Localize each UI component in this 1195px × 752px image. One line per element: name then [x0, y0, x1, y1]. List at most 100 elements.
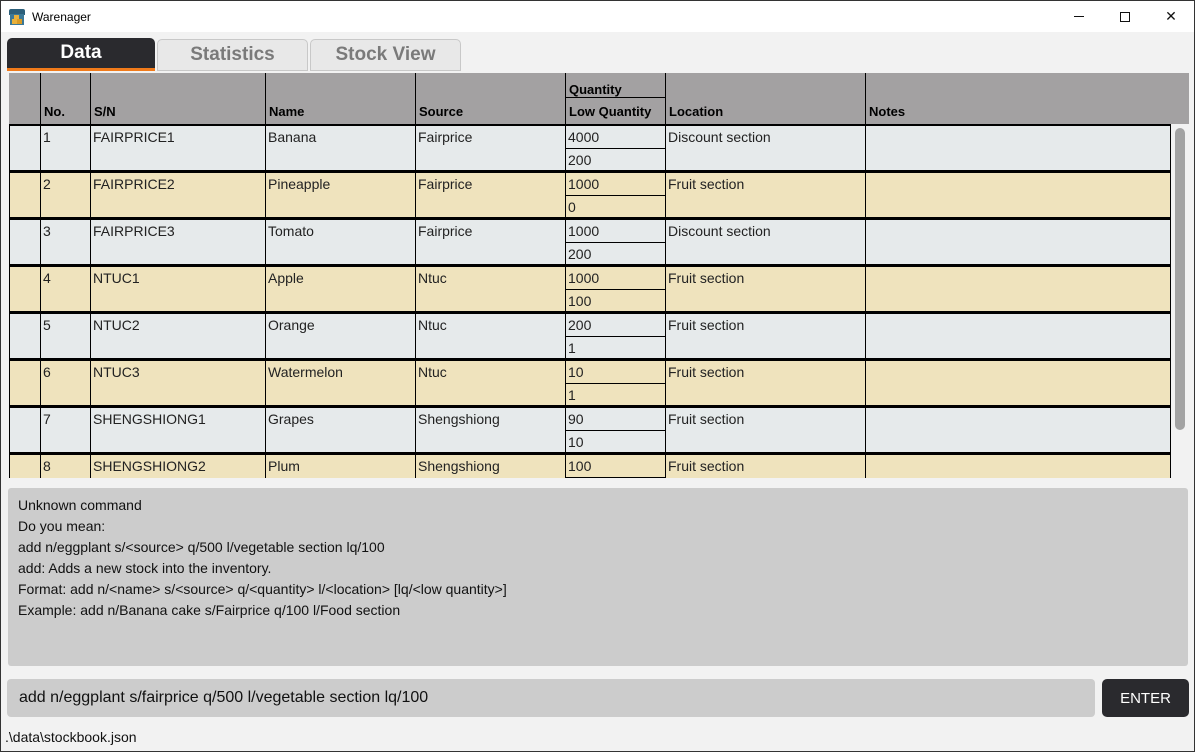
- cell-source: Fairprice: [415, 126, 565, 170]
- table-row[interactable]: 8 SHENGSHIONG2 Plum Shengshiong 100 Fruit sec…: [9, 453, 1171, 478]
- cell-no: 4: [40, 267, 90, 311]
- header-notes[interactable]: Notes: [865, 73, 1189, 124]
- maximize-icon: [1120, 11, 1130, 22]
- window-title: Warenager: [32, 9, 91, 24]
- header-low-quantity: Low Quantity: [569, 104, 652, 119]
- cell-notes: [865, 173, 1171, 217]
- row-index-cell: [9, 173, 40, 217]
- cell-sn: SHENGSHIONG2: [90, 455, 265, 478]
- cell-quantity-value: 10: [566, 361, 665, 384]
- cell-location: Discount section: [665, 220, 865, 264]
- cell-no: 8: [40, 455, 90, 478]
- cell-notes: [865, 361, 1171, 405]
- cell-source: Shengshiong: [415, 455, 565, 478]
- result-line: Format: add n/<name> s/<source> q/<quant…: [18, 581, 507, 597]
- cell-name: Pineapple: [265, 173, 415, 217]
- row-index-cell: [9, 314, 40, 358]
- cell-location: Discount section: [665, 126, 865, 170]
- cell-name: Plum: [265, 455, 415, 478]
- cell-quantity-value: 100: [566, 455, 665, 478]
- minimize-button[interactable]: [1056, 1, 1102, 32]
- row-index-cell: [9, 455, 40, 478]
- cell-notes: [865, 220, 1171, 264]
- tab-stock-view[interactable]: Stock View: [310, 39, 461, 71]
- cell-notes: [865, 455, 1171, 478]
- cell-name: Grapes: [265, 408, 415, 452]
- table-row[interactable]: 3 FAIRPRICE3 Tomato Fairprice 1000 200 Discoun…: [9, 218, 1171, 265]
- cell-quantity-value: 1000: [566, 267, 665, 290]
- cell-source: Fairprice: [415, 173, 565, 217]
- header-quantity-label: Quantity: [569, 82, 622, 97]
- maximize-button[interactable]: [1102, 1, 1148, 32]
- cell-no: 3: [40, 220, 90, 264]
- cell-no: 7: [40, 408, 90, 452]
- header-source[interactable]: Source: [415, 73, 565, 124]
- cell-no: 5: [40, 314, 90, 358]
- cell-location: Fruit section: [665, 314, 865, 358]
- table-row[interactable]: 6 NTUC3 Watermelon Ntuc 10 1 Fruit section: [9, 359, 1171, 406]
- cell-sn: NTUC1: [90, 267, 265, 311]
- cell-sn: NTUC3: [90, 361, 265, 405]
- tab-statistics[interactable]: Statistics: [157, 39, 308, 71]
- result-line: add n/eggplant s/<source> q/500 l/vegeta…: [18, 539, 385, 555]
- cell-location: Fruit section: [665, 408, 865, 452]
- cell-notes: [865, 408, 1171, 452]
- cell-name: Apple: [265, 267, 415, 311]
- close-button[interactable]: ✕: [1148, 1, 1194, 32]
- cell-quantity: 4000 200: [565, 126, 665, 170]
- row-index-cell: [9, 361, 40, 405]
- row-index-cell: [9, 220, 40, 264]
- cell-source: Ntuc: [415, 314, 565, 358]
- cell-name: Watermelon: [265, 361, 415, 405]
- cell-quantity: 1000 0: [565, 173, 665, 217]
- result-line: Do you mean:: [18, 518, 106, 534]
- cell-quantity-value: 200: [566, 314, 665, 337]
- table-row[interactable]: 2 FAIRPRICE2 Pineapple Fairprice 1000 0 Fruit …: [9, 171, 1171, 218]
- result-line: Example: add n/Banana cake s/Fairprice q…: [18, 602, 401, 618]
- cell-low-quantity-value: 1: [568, 387, 576, 403]
- table-header: No. S/N Name Source Quantity Low Quantit…: [9, 73, 1189, 124]
- cell-quantity-value: 1000: [566, 173, 665, 196]
- header-no[interactable]: No.: [40, 73, 90, 124]
- cell-source: Ntuc: [415, 361, 565, 405]
- cell-location: Fruit section: [665, 173, 865, 217]
- cell-low-quantity-value: 200: [568, 246, 592, 262]
- table-row[interactable]: 4 NTUC1 Apple Ntuc 1000 100 Fruit section: [9, 265, 1171, 312]
- cell-location: Fruit section: [665, 361, 865, 405]
- tab-bar: Data Statistics Stock View: [7, 38, 461, 71]
- header-quantity[interactable]: Quantity Low Quantity: [565, 73, 665, 124]
- status-file-path: .\data\stockbook.json: [5, 729, 137, 745]
- result-line: add: Adds a new stock into the inventory…: [18, 560, 272, 576]
- command-input[interactable]: [7, 679, 1095, 717]
- row-index-cell: [9, 267, 40, 311]
- cell-location: Fruit section: [665, 267, 865, 311]
- scrollbar-thumb[interactable]: [1175, 128, 1185, 430]
- header-location[interactable]: Location: [665, 73, 865, 124]
- enter-button[interactable]: ENTER: [1102, 679, 1189, 717]
- cell-quantity-value: 1000: [566, 220, 665, 243]
- cell-quantity: 10 1: [565, 361, 665, 405]
- cell-sn: FAIRPRICE2: [90, 173, 265, 217]
- cell-source: Ntuc: [415, 267, 565, 311]
- cell-sn: SHENGSHIONG1: [90, 408, 265, 452]
- table-row[interactable]: 7 SHENGSHIONG1 Grapes Shengshiong 90 10 Fruit …: [9, 406, 1171, 453]
- cell-notes: [865, 267, 1171, 311]
- table-row[interactable]: 1 FAIRPRICE1 Banana Fairprice 4000 200 Discoun…: [9, 124, 1171, 171]
- result-display: Unknown command Do you mean: add n/eggplan…: [8, 488, 1188, 666]
- tab-data[interactable]: Data: [7, 38, 155, 71]
- row-index-cell: [9, 126, 40, 170]
- warehouse-icon: [9, 8, 25, 25]
- cell-low-quantity-value: 0: [568, 199, 576, 215]
- cell-quantity: 100: [565, 455, 665, 478]
- cell-no: 6: [40, 361, 90, 405]
- header-name[interactable]: Name: [265, 73, 415, 124]
- header-sn[interactable]: S/N: [90, 73, 265, 124]
- cell-name: Orange: [265, 314, 415, 358]
- cell-no: 2: [40, 173, 90, 217]
- cell-quantity-value: 4000: [566, 126, 665, 149]
- table-row[interactable]: 5 NTUC2 Orange Ntuc 200 1 Fruit section: [9, 312, 1171, 359]
- cell-name: Banana: [265, 126, 415, 170]
- cell-sn: FAIRPRICE3: [90, 220, 265, 264]
- cell-source: Shengshiong: [415, 408, 565, 452]
- cell-low-quantity-value: 10: [568, 434, 584, 450]
